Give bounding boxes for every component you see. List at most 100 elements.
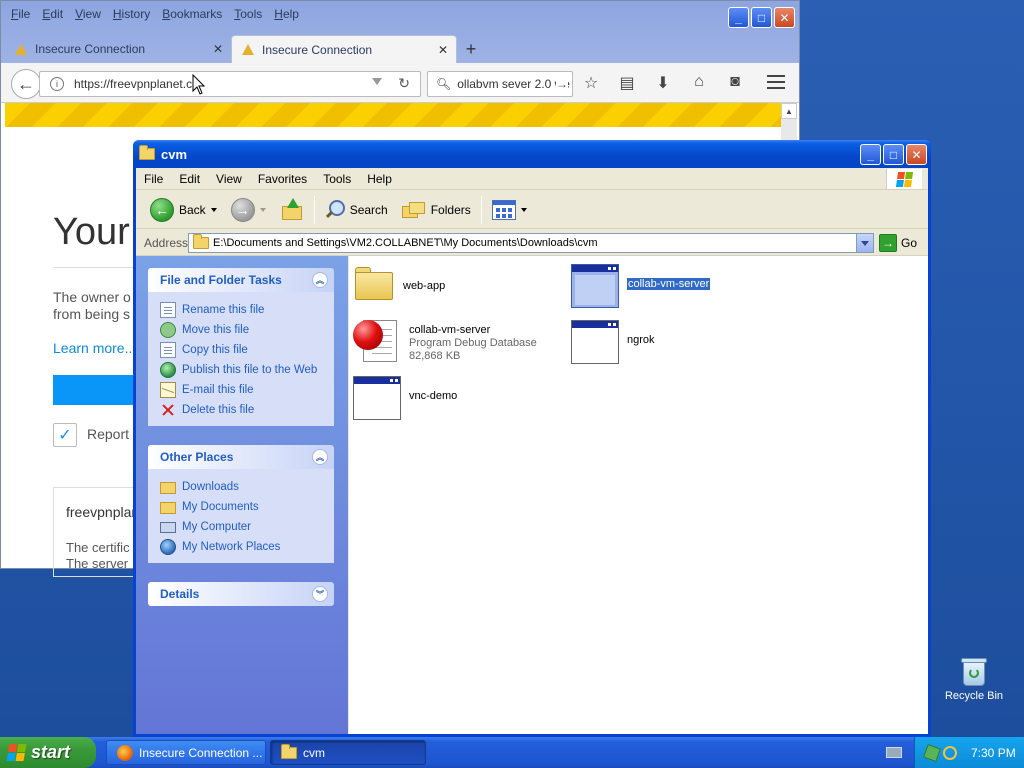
back-button[interactable]: ← [11,69,41,99]
place-my-network[interactable]: My Network Places [160,537,334,557]
tab-close-icon[interactable]: ✕ [438,43,448,57]
report-checkbox[interactable]: ✓ [53,423,77,447]
search-input[interactable]: 🔍︎ ollabvm sever 2.0 we → [427,71,573,97]
folder-icon [281,743,297,759]
task-pane: File and Folder Tasks ︽ Rename this file… [136,256,348,734]
close-button[interactable]: ✕ [906,144,927,165]
menu-file[interactable]: File [136,172,171,186]
task-move[interactable]: Move this file [160,320,334,340]
task-label: Delete this file [182,404,255,416]
place-my-computer[interactable]: My Computer [160,517,334,537]
views-button[interactable] [488,194,531,226]
ff-menu-tools[interactable]: Tools [228,5,268,25]
explorer-titlebar[interactable]: cvm _ □ ✕ [133,140,931,168]
delete-icon [160,402,176,418]
file-item-ngrok[interactable]: ngrok [571,320,655,364]
back-button[interactable]: ← Back [146,194,221,226]
menu-view[interactable]: View [208,172,250,186]
hamburger-menu-icon[interactable] [767,73,785,91]
details-header[interactable]: Details ︾ [148,582,334,606]
minimize-button[interactable]: _ [860,144,881,165]
home-icon[interactable]: ⌂ [689,73,709,93]
new-tab-button[interactable]: + [457,35,485,63]
download-icon[interactable]: ⬇ [653,73,673,93]
ff-menu-edit[interactable]: Edit [36,5,69,25]
my-documents-icon [160,502,176,514]
details-panel: Details ︾ [148,582,334,606]
menu-edit[interactable]: Edit [171,172,208,186]
search-tray-icon[interactable] [943,745,957,760]
address-dropdown-button[interactable] [856,234,873,252]
collapse-icon[interactable]: ︽ [312,272,328,288]
ff-menu-help[interactable]: Help [268,5,305,25]
forward-button[interactable]: → [227,194,270,226]
file-item-collab-vm-server-pdb[interactable]: collab-vm-server Program Debug Database … [353,318,537,364]
go-button[interactable]: → Go [879,234,917,252]
forward-dropdown-icon[interactable] [259,207,266,212]
scroll-up-icon[interactable]: ▲ [781,103,797,119]
ff-menu-file[interactable]: File [5,5,36,25]
minimize-button[interactable]: _ [728,7,749,28]
taskbar-item-firefox[interactable]: Insecure Connection ... [106,740,266,765]
explorer-window: cvm _ □ ✕ File Edit View Favorites Tools… [133,140,931,737]
maximize-button[interactable]: □ [883,144,904,165]
task-publish[interactable]: Publish this file to the Web [160,360,334,380]
views-dropdown-icon[interactable] [520,207,527,212]
place-downloads[interactable]: Downloads [160,477,334,497]
place-my-documents[interactable]: My Documents [160,497,334,517]
up-button[interactable] [276,194,308,226]
back-dropdown-icon[interactable] [210,207,217,212]
other-places-header[interactable]: Other Places ︽ [148,445,334,469]
firefox-window-controls: _ □ ✕ [728,7,795,28]
panel-title: File and Folder Tasks [160,273,282,287]
learn-more-link[interactable]: Learn more... [53,340,136,356]
keyboard-icon[interactable] [886,747,902,758]
url-dropdown-icon[interactable] [372,78,382,85]
menu-favorites[interactable]: Favorites [250,172,315,186]
address-bar: Address E:\Documents and Settings\VM2.CO… [136,230,928,256]
url-bar[interactable]: i https://freevpnplanet.co ↻ [39,71,421,97]
tab-insecure-connection-1[interactable]: Insecure Connection ✕ [5,35,231,63]
menu-tools[interactable]: Tools [315,172,359,186]
task-copy[interactable]: Copy this file [160,340,334,360]
back-arrow-icon: ← [150,197,174,222]
search-go-icon[interactable]: → [556,77,568,91]
recycle-bin[interactable]: Recycle Bin [940,656,1008,702]
ff-menu-bookmarks[interactable]: Bookmarks [156,5,228,25]
search-button[interactable]: Search [321,194,392,226]
taskbar-item-cvm[interactable]: cvm [270,740,426,765]
bookmark-star-icon[interactable]: ☆ [581,73,601,93]
expand-icon[interactable]: ︾ [312,586,328,602]
task-delete[interactable]: Delete this file [160,400,334,420]
maximize-button[interactable]: □ [751,7,772,28]
menu-help[interactable]: Help [359,172,400,186]
reload-icon[interactable]: ↻ [398,75,410,92]
ff-menu-history[interactable]: History [107,5,156,25]
search-icon [325,199,345,220]
file-item-vnc-demo[interactable]: vnc-demo [353,376,457,420]
ff-menu-view[interactable]: View [69,5,107,25]
pocket-icon[interactable]: ◙ [725,73,745,93]
tab-insecure-connection-2[interactable]: Insecure Connection ✕ [231,35,457,63]
start-button[interactable]: start [0,737,96,768]
collapse-icon[interactable]: ︽ [312,449,328,465]
clock[interactable]: 7:30 PM [971,746,1016,760]
firefox-navbar: ← i https://freevpnplanet.co ↻ 🔍︎ ollabv… [1,63,799,103]
tab-label: Insecure Connection [35,42,146,56]
file-item-collab-vm-server-exe[interactable]: collab-vm-server [571,264,712,308]
place-label: My Documents [182,501,259,513]
reading-list-icon[interactable]: ▤ [617,73,637,93]
go-back-button[interactable] [53,375,143,405]
close-button[interactable]: ✕ [774,7,795,28]
file-folder-tasks-header[interactable]: File and Folder Tasks ︽ [148,268,334,292]
address-input[interactable]: E:\Documents and Settings\VM2.COLLABNET\… [188,233,874,253]
task-rename[interactable]: Rename this file [160,300,334,320]
folders-button[interactable]: Folders [398,194,475,226]
info-icon[interactable]: i [50,77,64,91]
network-tray-icon[interactable] [923,743,941,762]
task-email[interactable]: E-mail this file [160,380,334,400]
tab-close-icon[interactable]: ✕ [213,42,223,56]
system-tray: 7:30 PM [914,737,1024,768]
firefox-scrollbar[interactable]: ▲ [781,103,797,143]
file-item-web-app[interactable]: web-app [355,260,445,302]
